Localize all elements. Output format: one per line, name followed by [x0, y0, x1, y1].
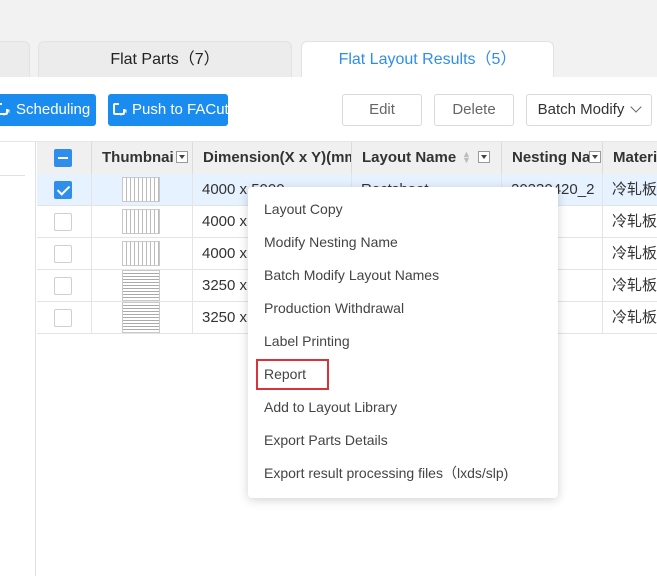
menu-item-label-printing[interactable]: Label Printing	[248, 325, 558, 358]
header-dimension[interactable]: Dimension(X x Y)(mm)	[193, 142, 352, 174]
header-layout-name[interactable]: Layout Name ▲ ▼	[352, 142, 502, 174]
layout-thumbnail	[122, 302, 160, 333]
row-checkbox[interactable]	[54, 213, 72, 231]
filter-icon[interactable]	[589, 151, 601, 163]
sort-icon[interactable]: ▲ ▼	[462, 150, 471, 165]
menu-item-production-withdrawal[interactable]: Production Withdrawal	[248, 292, 558, 325]
table-header: Thumbnai Dimension(X x Y)(mm) Layout Nam…	[37, 142, 657, 175]
filter-icon[interactable]	[176, 151, 188, 163]
header-label: Nesting Na	[512, 149, 591, 166]
row-select[interactable]	[37, 206, 92, 237]
header-select-all[interactable]	[37, 142, 92, 174]
header-material[interactable]: Materi	[603, 142, 657, 174]
row-checkbox[interactable]	[54, 309, 72, 327]
export-icon	[0, 97, 11, 129]
layout-thumbnail	[122, 209, 160, 234]
menu-item-batch-modify-layout-names[interactable]: Batch Modify Layout Names	[248, 259, 558, 292]
header-label: Dimension(X x Y)(mm)	[203, 149, 352, 166]
menu-item-layout-copy[interactable]: Layout Copy	[248, 193, 558, 226]
row-select[interactable]	[37, 174, 92, 205]
material-cell: 冷轧板	[612, 181, 657, 198]
thumbnail-cell	[92, 238, 193, 269]
row-checkbox[interactable]	[54, 245, 72, 263]
thumbnail-cell	[92, 206, 193, 237]
context-menu: Layout Copy Modify Nesting Name Batch Mo…	[248, 187, 558, 498]
push-to-facut-button[interactable]: Push to FACut	[108, 94, 229, 129]
edit-button[interactable]: Edit	[342, 94, 422, 126]
tab-previous[interactable]	[0, 41, 30, 77]
thumbnail-cell	[92, 302, 193, 333]
menu-item-modify-nesting-name[interactable]: Modify Nesting Name	[248, 226, 558, 259]
header-label: Layout Name	[362, 149, 457, 166]
row-select[interactable]	[37, 238, 92, 269]
divider	[0, 175, 25, 176]
filter-icon[interactable]	[478, 151, 490, 163]
row-select[interactable]	[37, 270, 92, 301]
export-icon	[113, 97, 128, 129]
row-select[interactable]	[37, 302, 92, 333]
row-checkbox[interactable]	[54, 277, 72, 295]
material-cell: 冷轧板	[612, 213, 657, 230]
layout-thumbnail	[122, 270, 160, 301]
menu-item-report[interactable]: Report	[248, 358, 558, 391]
material-cell: 冷轧板	[612, 309, 657, 326]
scheduling-button[interactable]: Scheduling	[0, 94, 96, 129]
chevron-down-icon	[630, 101, 643, 113]
tab-flat-parts[interactable]: Flat Parts（7）	[38, 41, 292, 77]
layout-thumbnail	[122, 241, 160, 266]
batch-modify-dropdown[interactable]: Batch Modify	[526, 94, 652, 126]
header-thumbnail[interactable]: Thumbnai	[92, 142, 193, 174]
highlight-box	[256, 359, 329, 390]
header-nesting-name[interactable]: Nesting Na	[502, 142, 603, 174]
header-label: Materi	[613, 149, 657, 166]
thumbnail-cell	[92, 174, 193, 205]
menu-item-export-result-processing-files[interactable]: Export result processing files（lxds/slp)	[248, 457, 558, 490]
material-cell: 冷轧板	[612, 245, 657, 262]
select-all-checkbox[interactable]	[54, 149, 72, 167]
menu-item-export-parts-details[interactable]: Export Parts Details	[248, 424, 558, 457]
material-cell: 冷轧板	[612, 277, 657, 294]
row-checkbox[interactable]	[54, 181, 72, 199]
push-label: Push to FACut	[132, 101, 229, 118]
header-label: Thumbnai	[102, 149, 174, 166]
tab-flat-layout-results[interactable]: Flat Layout Results（5）	[301, 41, 554, 78]
scheduling-label: Scheduling	[16, 101, 91, 118]
menu-item-add-to-layout-library[interactable]: Add to Layout Library	[248, 391, 558, 424]
delete-button[interactable]: Delete	[434, 94, 514, 126]
thumbnail-cell	[92, 270, 193, 301]
tab-bar: Flat Parts（7） Flat Layout Results（5）	[0, 0, 657, 78]
batch-modify-label: Batch Modify	[537, 101, 625, 118]
left-panel	[0, 142, 36, 576]
layout-thumbnail	[122, 177, 160, 202]
